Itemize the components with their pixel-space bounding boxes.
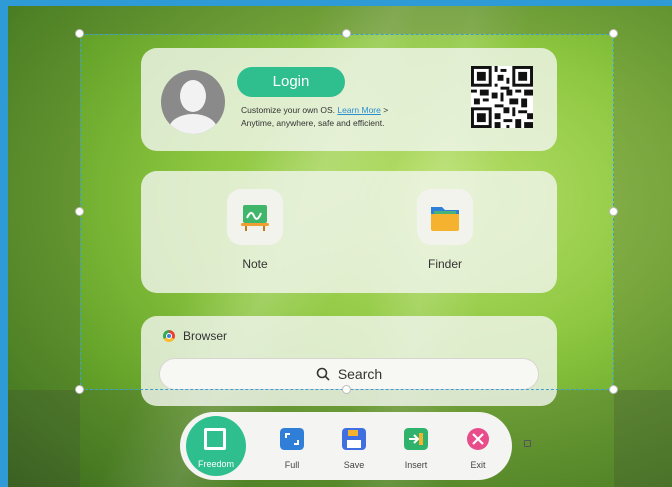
desktop-wallpaper: Login Customize your own OS. Learn More … — [8, 6, 672, 487]
fullscreen-icon — [280, 428, 304, 450]
capture-toolbar: Freedom Full Save Insert Exit — [180, 412, 512, 480]
insert-label: Insert — [404, 460, 428, 470]
resize-handle-left[interactable] — [75, 207, 84, 216]
save-icon — [342, 428, 366, 450]
resize-handle-right[interactable] — [609, 207, 618, 216]
resize-handle-top-left[interactable] — [75, 29, 84, 38]
freedom-icon — [204, 428, 226, 450]
screenshot-selection-frame[interactable] — [80, 34, 614, 390]
close-icon — [467, 428, 489, 450]
resize-handle-bottom-right[interactable] — [609, 385, 618, 394]
insert-button[interactable]: Insert — [388, 412, 444, 480]
save-label: Save — [343, 460, 365, 470]
resize-handle-top[interactable] — [342, 29, 351, 38]
full-button[interactable]: Full — [264, 412, 320, 480]
freedom-label: Freedom — [197, 459, 234, 469]
exit-button[interactable]: Exit — [450, 412, 506, 480]
resize-handle-bottom-left[interactable] — [75, 385, 84, 394]
freedom-button[interactable]: Freedom — [186, 416, 246, 476]
resize-handle-top-right[interactable] — [609, 29, 618, 38]
save-button[interactable]: Save — [326, 412, 382, 480]
resize-handle-bottom[interactable] — [342, 385, 351, 394]
exit-label: Exit — [470, 460, 486, 470]
restore-window-icon[interactable] — [524, 440, 531, 447]
insert-icon — [404, 428, 428, 450]
full-label: Full — [284, 460, 300, 470]
